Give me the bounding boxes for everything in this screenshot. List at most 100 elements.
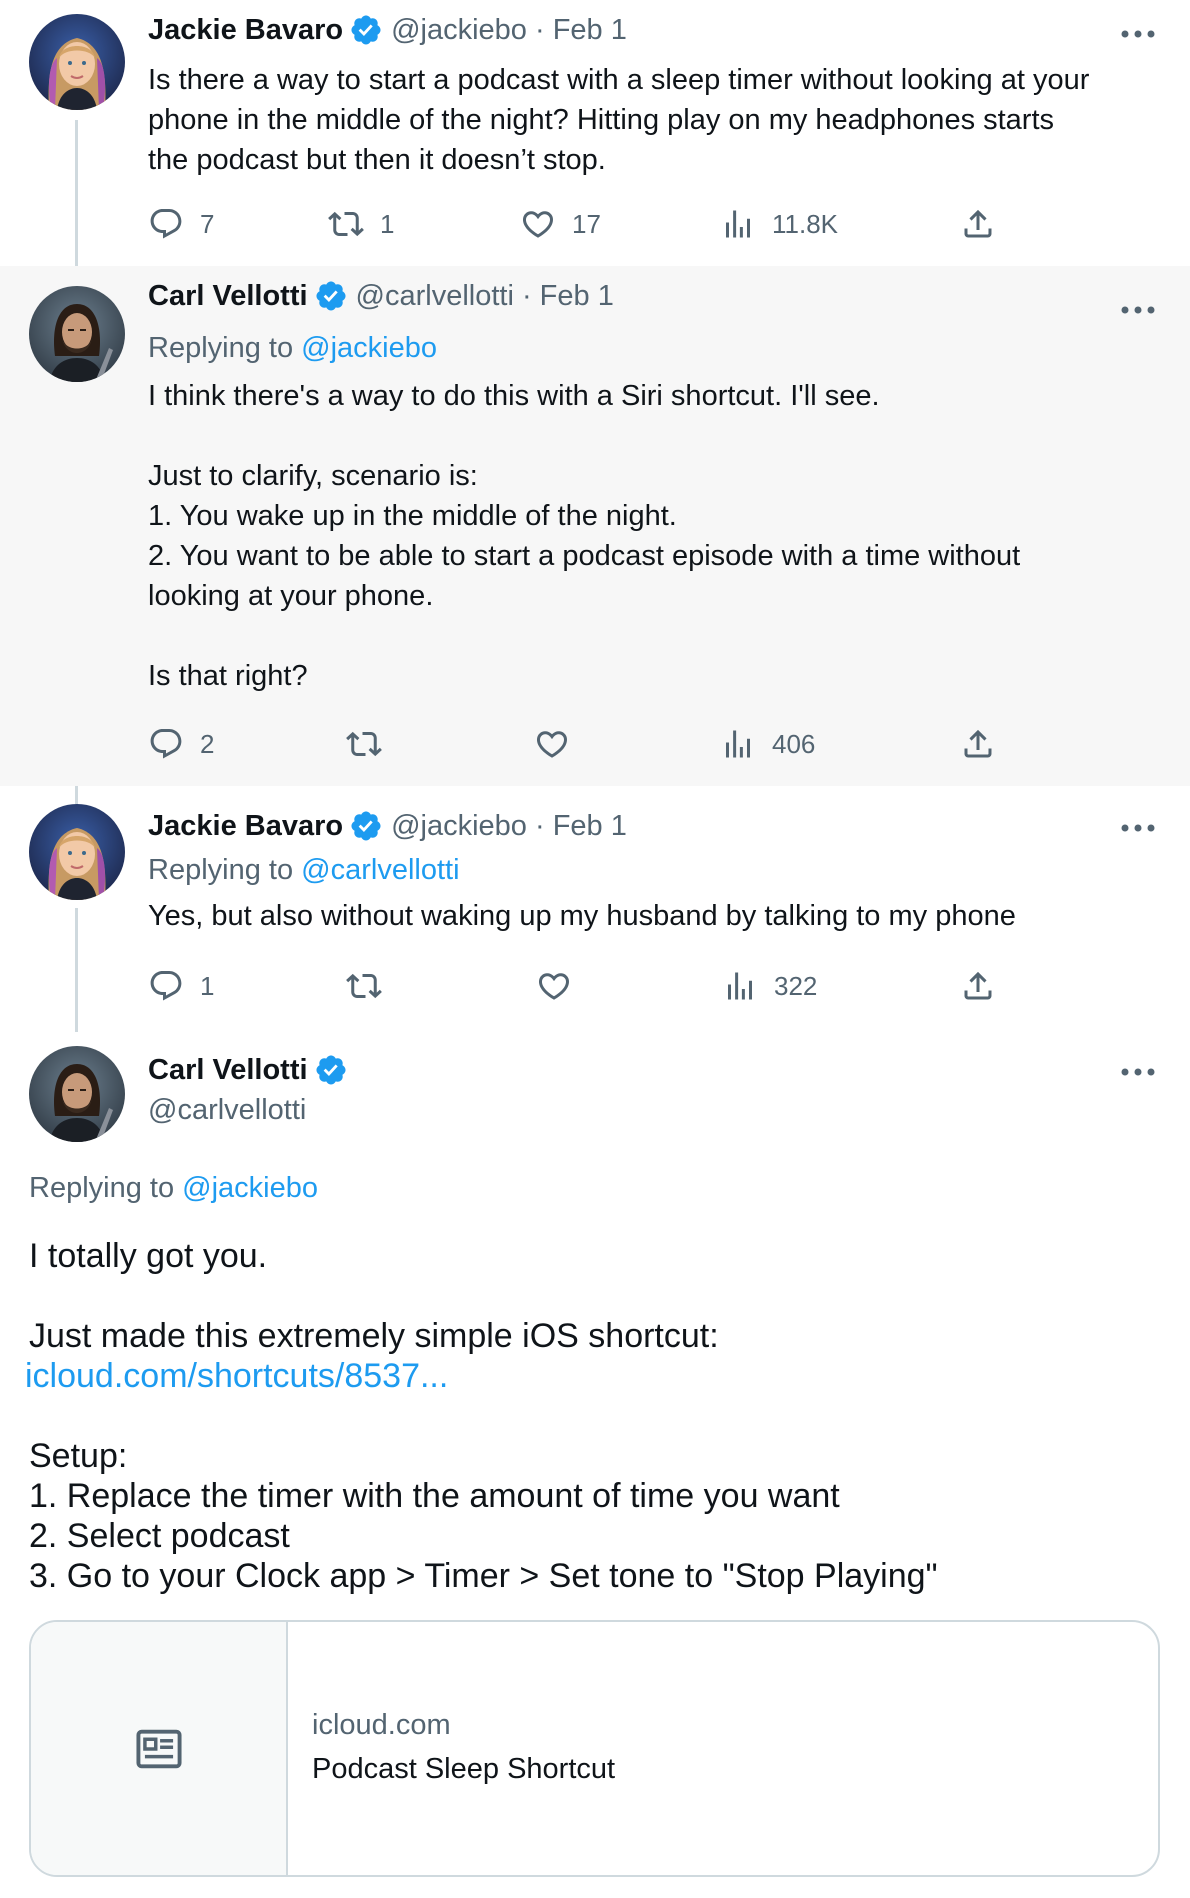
views-chart-icon — [726, 730, 750, 758]
text-line: looking at your phone. — [148, 580, 434, 612]
more-options-button[interactable] — [1118, 14, 1158, 54]
replying-prefix: Replying to — [148, 854, 302, 886]
text-line: 2. Select podcast — [29, 1517, 290, 1555]
more-options-button[interactable] — [1118, 1052, 1158, 1092]
tweet-thread: Jackie Bavaro @jackiebo · Feb 1 Is there… — [0, 0, 1190, 1898]
like-button[interactable]: 17 — [520, 202, 601, 246]
reply-count: 1 — [200, 970, 215, 1001]
avatar[interactable] — [29, 14, 125, 110]
text-line: phone in the middle of the night? Hittin… — [148, 104, 1055, 136]
news-article-icon — [135, 1729, 182, 1768]
views-count: 322 — [774, 970, 818, 1001]
card-body: icloud.com Podcast Sleep Shortcut — [288, 1622, 615, 1875]
link-preview-card[interactable]: icloud.com Podcast Sleep Shortcut — [29, 1620, 1160, 1877]
reply-button[interactable]: 1 — [148, 964, 214, 1008]
replying-prefix: Replying to — [29, 1172, 183, 1204]
text-line: Just to clarify, scenario is: — [148, 460, 478, 492]
avatar-jackie-image — [29, 804, 125, 900]
text-line: 1. You wake up in the middle of the nigh… — [148, 500, 677, 532]
card-title: Podcast Sleep Shortcut — [312, 1752, 616, 1785]
like-button[interactable] — [534, 722, 570, 766]
more-dots-icon — [1121, 306, 1155, 314]
tweet[interactable]: Jackie Bavaro @jackiebo · Feb 1 Replying… — [0, 786, 1190, 1032]
more-dots-icon — [1121, 30, 1155, 38]
card-thumbnail — [31, 1622, 288, 1875]
heart-icon — [536, 731, 568, 758]
retweet-button[interactable]: 1 — [328, 202, 394, 246]
reply-icon — [150, 729, 182, 759]
main-tweet-text: I totally got you. Just made this extrem… — [25, 1236, 1159, 1596]
tweet-header: Carl Vellotti @carlvellotti · Feb 1 — [148, 276, 614, 316]
avatar[interactable] — [29, 286, 125, 382]
views-chart-icon — [728, 972, 752, 1000]
tweet[interactable]: Carl Vellotti @carlvellotti · Feb 1 Repl… — [0, 266, 1190, 786]
handle-and-date[interactable]: @jackiebo · Feb 1 — [391, 14, 627, 47]
replying-to: Replying to @carlvellotti — [148, 854, 460, 887]
mention-link[interactable]: @jackiebo — [301, 332, 437, 364]
text-line: I totally got you. — [29, 1237, 268, 1275]
more-options-button[interactable] — [1118, 808, 1158, 848]
more-dots-icon — [1121, 1068, 1155, 1076]
verified-badge-icon — [349, 809, 383, 843]
display-name[interactable]: Carl Vellotti — [148, 280, 308, 313]
tweet-actions: 7 1 17 11.8K — [148, 202, 1148, 246]
handle[interactable]: @carlvellotti — [148, 1094, 356, 1127]
share-button[interactable] — [960, 964, 996, 1008]
reply-count: 2 — [200, 728, 215, 759]
handle-and-date[interactable]: @jackiebo · Feb 1 — [391, 810, 627, 843]
share-icon — [964, 209, 992, 238]
tweet[interactable]: Jackie Bavaro @jackiebo · Feb 1 Is there… — [0, 0, 1190, 266]
tweet-text: I think there's a way to do this with a … — [148, 376, 1158, 696]
text-line — [29, 1396, 1159, 1436]
verified-badge-icon — [349, 13, 383, 47]
text-line: Setup: — [29, 1437, 128, 1475]
name-row: Carl Vellotti — [148, 1050, 356, 1090]
display-name[interactable]: Carl Vellotti — [148, 1054, 308, 1087]
card-domain: icloud.com — [312, 1708, 451, 1741]
tweet-text: Yes, but also without waking up my husba… — [148, 896, 1158, 936]
retweet-icon — [346, 731, 382, 757]
text-line — [148, 616, 1158, 656]
share-icon — [964, 971, 992, 1000]
text-line: Is there a way to start a podcast with a… — [148, 64, 1090, 96]
reply-button[interactable]: 7 — [148, 202, 214, 246]
avatar[interactable] — [29, 804, 125, 900]
share-button[interactable] — [960, 722, 996, 766]
retweet-button[interactable] — [346, 722, 382, 766]
display-name[interactable]: Jackie Bavaro — [148, 14, 343, 47]
heart-icon — [522, 211, 554, 238]
display-name[interactable]: Jackie Bavaro — [148, 810, 343, 843]
text-line: 3. Go to your Clock app > Timer > Set to… — [29, 1557, 938, 1595]
mention-link[interactable]: @jackiebo — [182, 1172, 318, 1204]
views-chart-icon — [726, 210, 750, 238]
tweet-actions: 1 322 — [148, 964, 1148, 1008]
reply-icon — [150, 971, 182, 1001]
retweet-button[interactable] — [346, 964, 382, 1008]
mention-link[interactable]: @carlvellotti — [301, 854, 459, 886]
avatar[interactable] — [29, 1046, 125, 1142]
text-line: Just made this extremely simple iOS shor… — [29, 1317, 719, 1355]
avatar-jackie-image — [29, 14, 125, 110]
text-line: I think there's a way to do this with a … — [148, 380, 880, 412]
retweet-count: 1 — [380, 208, 395, 239]
handle-and-date[interactable]: @carlvellotti · Feb 1 — [356, 280, 614, 313]
views-button[interactable]: 406 — [720, 722, 815, 766]
shortcut-link[interactable]: icloud.com/shortcuts/8537... — [25, 1356, 1159, 1396]
avatar-carl-image — [29, 286, 125, 382]
tweet-actions: 2 406 — [148, 722, 1148, 766]
reply-button[interactable]: 2 — [148, 722, 214, 766]
tweet-header: Jackie Bavaro @jackiebo · Feb 1 — [148, 806, 627, 846]
views-button[interactable]: 322 — [722, 964, 817, 1008]
replying-to: Replying to @jackiebo — [29, 1172, 318, 1205]
tweet-header: Carl Vellotti @carlvellotti — [148, 1050, 356, 1127]
views-button[interactable]: 11.8K — [720, 202, 838, 246]
like-button[interactable] — [536, 964, 572, 1008]
more-options-button[interactable] — [1118, 290, 1158, 330]
text-line: 2. You want to be able to start a podcas… — [148, 540, 1021, 572]
replying-to: Replying to @jackiebo — [148, 332, 437, 365]
share-button[interactable] — [960, 202, 996, 246]
views-count: 11.8K — [772, 208, 839, 239]
heart-icon — [538, 973, 570, 1000]
reply-icon — [150, 209, 182, 239]
views-count: 406 — [772, 728, 816, 759]
